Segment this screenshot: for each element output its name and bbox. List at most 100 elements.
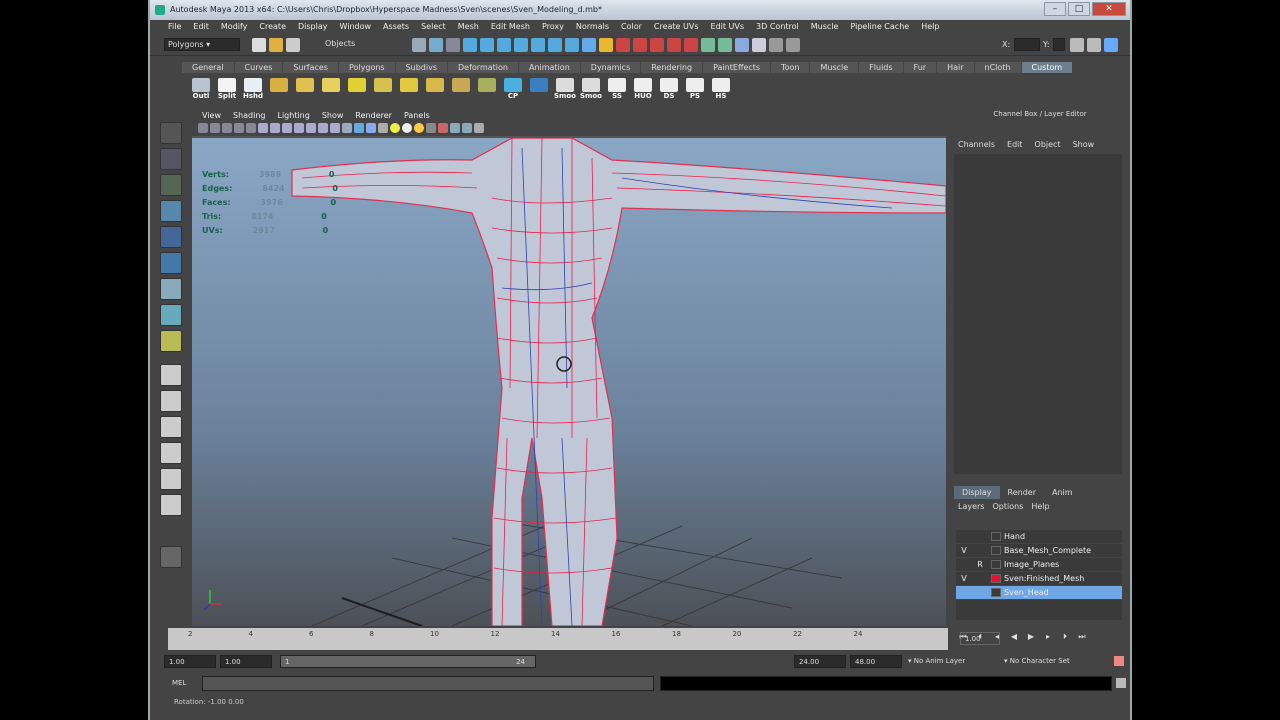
- selection-mask-dropdown[interactable]: Objects: [322, 38, 392, 51]
- shelf-tab-subdivs[interactable]: Subdivs: [395, 62, 449, 73]
- menu-color[interactable]: Color: [615, 22, 648, 36]
- layer-visibility[interactable]: V: [956, 546, 972, 555]
- paint-select-icon[interactable]: [160, 174, 182, 196]
- menu-edit-uvs[interactable]: Edit UVs: [705, 22, 751, 36]
- camera-icon[interactable]: [198, 123, 208, 133]
- channel-menu-show[interactable]: Show: [1073, 140, 1095, 149]
- layer-color-swatch[interactable]: [991, 546, 1001, 555]
- field-chart-icon[interactable]: [306, 123, 316, 133]
- shelf-tab-animation[interactable]: Animation: [518, 62, 581, 73]
- all-lights-icon[interactable]: [402, 123, 412, 133]
- layer-display-type[interactable]: R: [972, 560, 988, 569]
- manipulator-icon[interactable]: [160, 278, 182, 300]
- shelf-button[interactable]: [528, 78, 550, 102]
- menu-mesh[interactable]: Mesh: [452, 22, 485, 36]
- menu-edit-mesh[interactable]: Edit Mesh: [485, 22, 536, 36]
- lasso-tool-icon[interactable]: [160, 148, 182, 170]
- menu-file[interactable]: File: [162, 22, 187, 36]
- four-view-icon[interactable]: [160, 390, 182, 412]
- step-back-frame-icon[interactable]: ◂: [992, 632, 1002, 642]
- shelf-button[interactable]: SS: [606, 78, 628, 102]
- shelf-button[interactable]: [346, 78, 368, 102]
- open-scene-icon[interactable]: [269, 38, 283, 52]
- shelf-tab-ncloth[interactable]: nCloth: [974, 62, 1022, 73]
- menu-display[interactable]: Display: [292, 22, 334, 36]
- hierarchy-icon[interactable]: [412, 38, 426, 52]
- camera-attr-icon[interactable]: [210, 123, 220, 133]
- viewport-menu-panels[interactable]: Panels: [398, 111, 436, 122]
- close-button[interactable]: ✕: [1092, 2, 1126, 16]
- go-to-end-icon[interactable]: ⏭: [1077, 632, 1087, 642]
- shelf-tab-custom[interactable]: Custom: [1021, 62, 1074, 73]
- layer-menu-options[interactable]: Options: [992, 502, 1023, 511]
- shelf-tab-deformation[interactable]: Deformation: [448, 62, 519, 73]
- time-slider[interactable]: 2 4 6 8 10 12 14 16 18 20 22 24: [168, 628, 948, 650]
- gate-mask-icon[interactable]: [294, 123, 304, 133]
- y-field[interactable]: [1053, 38, 1065, 51]
- shelf-tab-fluids[interactable]: Fluids: [859, 62, 904, 73]
- shelf-button[interactable]: PS: [684, 78, 706, 102]
- shelf-button[interactable]: [424, 78, 446, 102]
- shelf-button[interactable]: DS: [658, 78, 680, 102]
- default-light-icon[interactable]: [390, 123, 400, 133]
- menu-modify[interactable]: Modify: [215, 22, 254, 36]
- layer-tab-render[interactable]: Render: [1000, 486, 1044, 499]
- persp-uv-icon[interactable]: [160, 494, 182, 516]
- menu-help[interactable]: Help: [915, 22, 945, 36]
- shelf-button[interactable]: [294, 78, 316, 102]
- shelf-button[interactable]: Hshd: [242, 78, 264, 102]
- layer-menu-layers[interactable]: Layers: [958, 502, 984, 511]
- step-forward-key-icon[interactable]: ⏵: [1060, 632, 1070, 642]
- playback-start-field[interactable]: 1.00: [220, 655, 272, 668]
- snap-plane-icon[interactable]: [667, 38, 681, 52]
- shelf-button[interactable]: [320, 78, 342, 102]
- script-editor-icon[interactable]: [1116, 678, 1126, 688]
- 3d-scene[interactable]: Verts: 3988 0 Edges: 8424 0 Faces: 3976 0 Tris: 81…: [192, 138, 946, 626]
- menu-assets[interactable]: Assets: [377, 22, 415, 36]
- layer-color-swatch[interactable]: [991, 560, 1001, 569]
- history-icon[interactable]: [701, 38, 715, 52]
- shelf-button[interactable]: HS: [710, 78, 732, 102]
- film-gate-icon[interactable]: [270, 123, 280, 133]
- tool-settings-icon[interactable]: [160, 546, 182, 568]
- mel-input[interactable]: [202, 676, 654, 691]
- shelf-button[interactable]: [450, 78, 472, 102]
- menu-pipeline-cache[interactable]: Pipeline Cache: [844, 22, 915, 36]
- shelf-button[interactable]: HUO: [632, 78, 654, 102]
- layer-tab-anim[interactable]: Anim: [1044, 486, 1081, 499]
- bookmark-icon[interactable]: [222, 123, 232, 133]
- menu-window[interactable]: Window: [334, 22, 378, 36]
- shelf-tab-hair[interactable]: Hair: [937, 62, 975, 73]
- object-mode-icon[interactable]: [429, 38, 443, 52]
- persp-graph-icon[interactable]: [160, 442, 182, 464]
- shelf-button[interactable]: [268, 78, 290, 102]
- xray-icon[interactable]: [426, 123, 436, 133]
- hud-icon[interactable]: [474, 123, 484, 133]
- hypershade-icon[interactable]: [769, 38, 783, 52]
- shelf-tab-surfaces[interactable]: Surfaces: [283, 62, 339, 73]
- play-forwards-icon[interactable]: ▶: [1026, 632, 1036, 642]
- select-dynamics-icon[interactable]: [548, 38, 562, 52]
- shelf-tab-polygons[interactable]: Polygons: [338, 62, 396, 73]
- minimize-button[interactable]: –: [1044, 2, 1066, 16]
- shadows-icon[interactable]: [414, 123, 424, 133]
- render-settings-icon[interactable]: [752, 38, 766, 52]
- wireframe-icon[interactable]: [342, 123, 352, 133]
- xray-joints-icon[interactable]: [450, 123, 460, 133]
- panel-toggle-icon[interactable]: [1070, 38, 1084, 52]
- isolate-select-icon[interactable]: [438, 123, 448, 133]
- new-scene-icon[interactable]: [252, 38, 266, 52]
- select-joints-icon[interactable]: [480, 38, 494, 52]
- viewport-menu-lighting[interactable]: Lighting: [271, 111, 315, 122]
- play-backwards-icon[interactable]: ◀: [1009, 632, 1019, 642]
- layer-tab-display[interactable]: Display: [954, 486, 1000, 499]
- channel-menu-edit[interactable]: Edit: [1007, 140, 1023, 149]
- snap-curve-icon[interactable]: [633, 38, 647, 52]
- menu-proxy[interactable]: Proxy: [536, 22, 570, 36]
- wire-on-shaded-icon[interactable]: [366, 123, 376, 133]
- channel-box-icon[interactable]: [1104, 38, 1118, 52]
- viewport-menu-renderer[interactable]: Renderer: [349, 111, 398, 122]
- ipr-render-icon[interactable]: [735, 38, 749, 52]
- anim-layer-dropdown[interactable]: ▾ No Anim Layer: [908, 657, 965, 665]
- shelf-tab-toon[interactable]: Toon: [771, 62, 811, 73]
